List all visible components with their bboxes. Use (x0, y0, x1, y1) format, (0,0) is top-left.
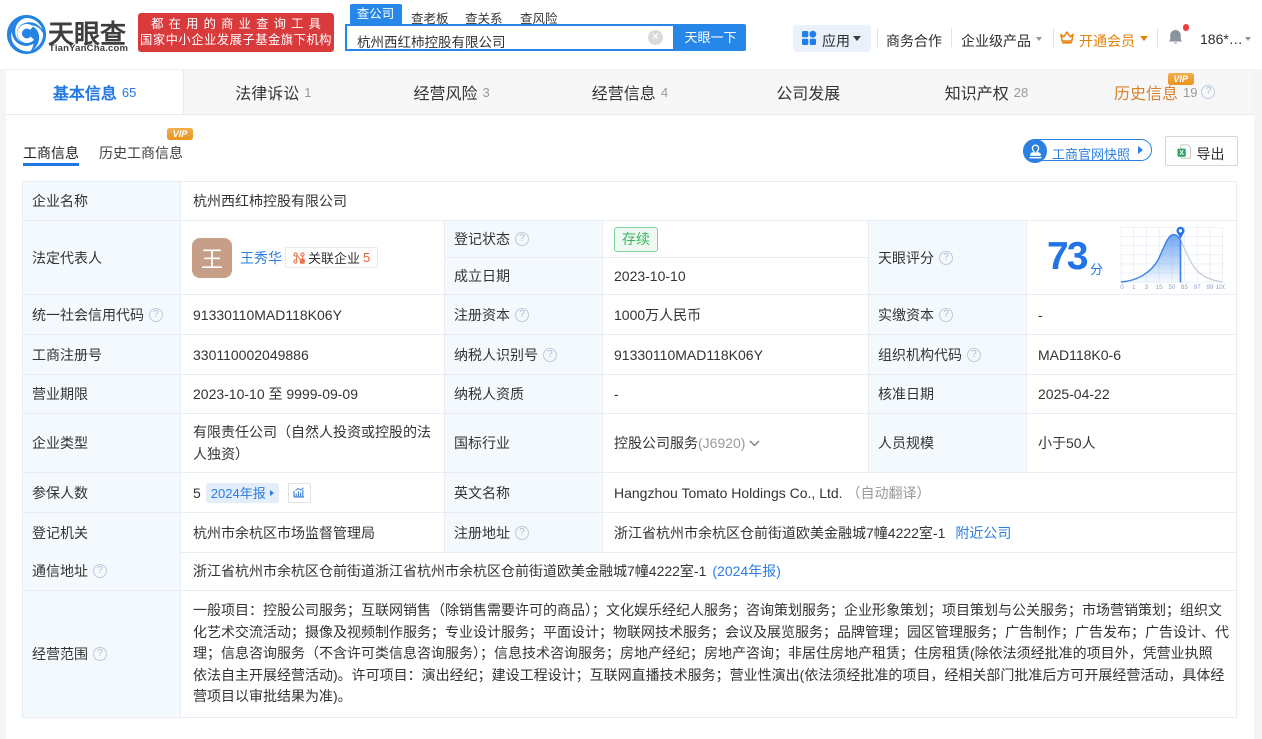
svg-text:99: 99 (1206, 284, 1213, 291)
svg-text:1: 1 (1132, 284, 1136, 291)
svg-text:0: 0 (1120, 284, 1124, 291)
svg-text:50: 50 (1168, 284, 1175, 291)
svg-text:85: 85 (1181, 284, 1188, 291)
svg-text:X: X (1179, 150, 1184, 157)
svg-text:100: 100 (1216, 284, 1225, 291)
svg-text:3: 3 (1145, 284, 1149, 291)
svg-text:15: 15 (1156, 284, 1163, 291)
svg-text:97: 97 (1194, 284, 1201, 291)
